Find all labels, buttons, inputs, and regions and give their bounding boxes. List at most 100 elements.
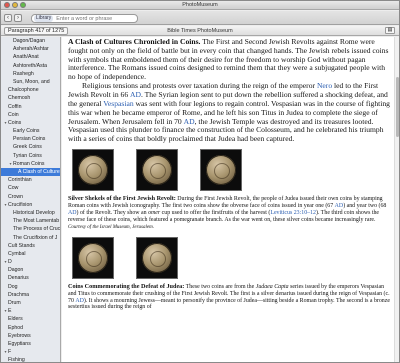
sidebar-item[interactable]: ▾ Coins xyxy=(1,119,60,127)
sidebar-item[interactable]: Dagon/Dagan xyxy=(1,37,60,45)
sidebar-toggle-icon[interactable]: ▤ xyxy=(385,27,395,34)
article: A Clash of Cultures Chronicled in Coins.… xyxy=(68,37,390,312)
sidebar-item[interactable]: Early Coins xyxy=(1,127,60,135)
caption-text: ). It shows a mourning Jewess—meant to p… xyxy=(68,297,390,311)
ad-link[interactable]: AD xyxy=(184,117,195,126)
history-paragraph: Religious tensions and protests over tax… xyxy=(68,82,390,144)
zoom-window-button[interactable] xyxy=(20,2,26,8)
sidebar-item[interactable]: Cymbal xyxy=(1,250,60,258)
article-heading: A Clash of Cultures Chronicled in Coins. xyxy=(68,37,201,46)
sidebar-item[interactable]: ▾ Roman Coins xyxy=(1,160,60,168)
caption-text: ) of the Revolt. They show an xyxy=(76,209,149,216)
sidebar-item-label: Cow xyxy=(8,185,19,192)
forward-arrow-icon[interactable]: › xyxy=(14,14,22,22)
coin-image[interactable] xyxy=(72,149,114,192)
leviticus-link[interactable]: Leviticus 23:10–12 xyxy=(270,210,316,216)
sidebar-item[interactable]: The Crucifixion of J xyxy=(1,234,60,242)
caption-title: Silver Shekels of the First Jewish Revol… xyxy=(68,195,176,203)
sidebar-item[interactable]: Greek Coins xyxy=(1,143,60,151)
sidebar-item-label: Early Coins xyxy=(13,128,40,135)
search-box: Library xyxy=(31,14,138,23)
coin-image[interactable] xyxy=(136,236,178,279)
vespasian-link[interactable]: Vespasian xyxy=(103,99,133,108)
sidebar-item-label: Sun, Moon, and xyxy=(13,78,50,85)
sidebar-item[interactable]: Anath/Anat xyxy=(1,53,60,61)
sidebar-item[interactable]: Chalcophone xyxy=(1,86,60,94)
article-pane: A Clash of Cultures Chronicled in Coins.… xyxy=(62,37,399,362)
coin-image[interactable] xyxy=(72,236,114,279)
coin-image[interactable] xyxy=(136,149,178,192)
sidebar-item[interactable]: Drachma xyxy=(1,291,60,299)
sidebar-item[interactable]: Eyebrows xyxy=(1,332,60,340)
sidebar-item[interactable]: Coin xyxy=(1,111,60,119)
paragraph-indicator-popup[interactable]: Paragraph 417 of 1275 xyxy=(4,27,69,35)
sidebar-item[interactable]: Fishing xyxy=(1,356,60,362)
ad-link[interactable]: AD xyxy=(130,90,141,99)
shekel-caption: Silver Shekels of the First Jewish Revol… xyxy=(68,195,390,224)
sidebar-item[interactable]: Drum xyxy=(1,299,60,307)
sidebar-item[interactable]: ▾ Crucifixion xyxy=(1,201,60,209)
sidebar-item[interactable]: Crown xyxy=(1,193,60,201)
sidebar-item[interactable]: Asherah/Ashtar xyxy=(1,45,60,53)
sidebar-item[interactable]: Egyptians xyxy=(1,340,60,348)
shekel-coin-images xyxy=(68,149,390,195)
window-controls xyxy=(4,2,26,8)
sidebar-item[interactable]: ▾ E xyxy=(1,307,60,315)
sidebar-item[interactable]: Cult Stands xyxy=(1,242,60,250)
sidebar-item[interactable]: The Most Lamentab xyxy=(1,217,60,225)
sidebar-item[interactable]: ▾ F xyxy=(1,348,60,356)
photo-credit: Courtesy of the Israel Museum, Jerusalem… xyxy=(68,224,154,230)
sidebar-item[interactable]: Denarius xyxy=(1,274,60,282)
sidebar-item-label: Denarius xyxy=(8,275,29,282)
sidebar-item[interactable]: Rashegh xyxy=(1,70,60,78)
sidebar-item-label: E xyxy=(8,308,12,315)
sidebar-item[interactable]: Ephod xyxy=(1,324,60,332)
caption-title: Coins Commemorating the Defeat of Judea: xyxy=(68,282,185,290)
vertical-scrollbar[interactable] xyxy=(394,37,399,362)
sidebar-item[interactable]: Dog xyxy=(1,283,60,291)
caption-text: These two coins are from the xyxy=(184,283,256,290)
ad-link[interactable]: AD xyxy=(68,210,77,216)
close-window-button[interactable] xyxy=(4,2,10,8)
sidebar-item[interactable]: Elders xyxy=(1,315,60,323)
sidebar-item-label: Cymbal xyxy=(8,250,26,257)
ad-link[interactable]: AD xyxy=(335,203,344,209)
sidebar-item[interactable]: Dagon xyxy=(1,266,60,274)
sidebar-item-label: Egyptians xyxy=(8,340,31,347)
scroll-thumb[interactable] xyxy=(396,77,399,137)
nero-link[interactable]: Nero xyxy=(317,81,332,91)
search-scope-dropdown[interactable]: Library xyxy=(34,15,54,22)
sidebar-item[interactable]: Tyrian Coins xyxy=(1,152,60,160)
sidebar-item-label: Drum xyxy=(8,300,21,306)
sidebar-item[interactable]: Ashtoreth/Asta xyxy=(1,62,60,70)
sidebar-item-label: Greek Coins xyxy=(13,144,42,151)
sidebar-item[interactable]: The Process of Cruci xyxy=(1,225,60,233)
sidebar-item[interactable]: Cow xyxy=(1,184,60,192)
sidebar-item-label: Chalcophone xyxy=(8,87,39,94)
omer-term: omer xyxy=(148,209,161,216)
sidebar-item[interactable]: Coffin xyxy=(1,103,60,111)
sidebar-item-label: Tyrian Coins xyxy=(13,152,42,159)
sidebar-item[interactable]: Persian Coins xyxy=(1,135,60,143)
judaea-capta-caption: Coins Commemorating the Defeat of Judea:… xyxy=(68,282,390,312)
sidebar-item[interactable]: Historical Develop xyxy=(1,209,60,217)
title-bar: PhotoMuseum xyxy=(1,1,399,10)
ad-link[interactable]: AD xyxy=(75,298,84,304)
back-arrow-icon[interactable]: ‹ xyxy=(4,14,12,22)
sidebar-item-label: Coins xyxy=(8,119,22,126)
contents-sidebar: Dagon/Dagan Asherah/Ashtar Anath/Anat Ashto… xyxy=(1,37,61,362)
coin-image[interactable] xyxy=(200,149,242,192)
minimize-window-button[interactable] xyxy=(12,2,18,8)
sidebar-item[interactable]: A Clash of Culture xyxy=(1,168,60,177)
sidebar-item-label: Crown xyxy=(8,193,23,200)
sidebar-item-label: Dagon/Dagan xyxy=(13,38,46,44)
sidebar-item-label: Coin xyxy=(8,111,19,118)
sidebar-item-label: The Process of Cruci xyxy=(13,226,60,233)
sidebar-item[interactable]: Chemosh xyxy=(1,94,60,102)
judaea-capta-term: Judaea Capta xyxy=(255,283,289,290)
search-input[interactable] xyxy=(56,15,125,22)
sidebar-item-label: Dog xyxy=(8,283,18,290)
sidebar-item[interactable]: ▾ D xyxy=(1,258,60,266)
sidebar-item[interactable]: Corinthian xyxy=(1,176,60,184)
sidebar-item[interactable]: Sun, Moon, and xyxy=(1,78,60,86)
